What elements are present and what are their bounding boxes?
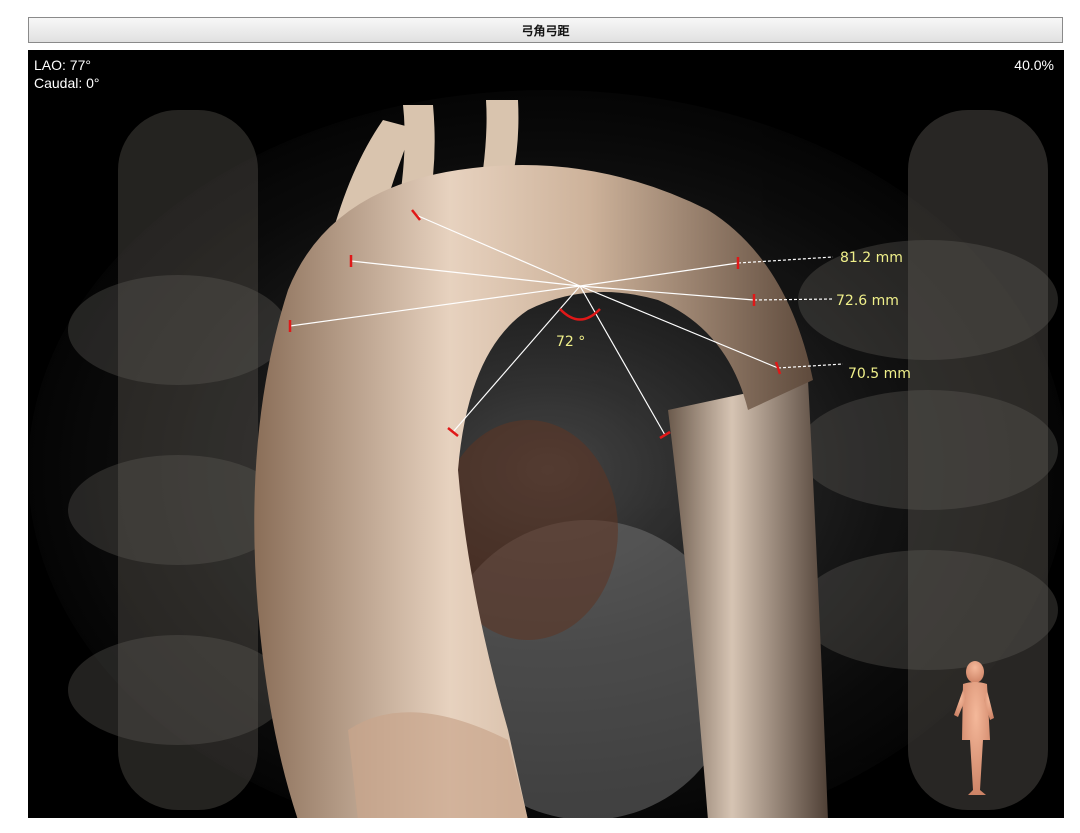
view-angle-lao: LAO: 77° <box>34 57 91 73</box>
measure-label-81: 81.2 mm <box>840 250 903 266</box>
3d-render-viewport[interactable]: 81.2 mm 72.6 mm 70.5 mm 72 ° LAO: 77° Ca… <box>28 50 1064 818</box>
window-title: 弓角弓距 <box>521 23 570 38</box>
angle-label: 72 ° <box>556 334 585 350</box>
view-angle-caudal: Caudal: 0° <box>34 75 100 91</box>
zoom-level: 40.0% <box>1014 57 1054 73</box>
aortic-arch-render: 81.2 mm 72.6 mm 70.5 mm 72 ° <box>28 90 1064 818</box>
measure-label-70: 70.5 mm <box>848 366 911 382</box>
measure-label-72: 72.6 mm <box>836 293 899 309</box>
window-title-bar: 弓角弓距 <box>28 17 1063 43</box>
